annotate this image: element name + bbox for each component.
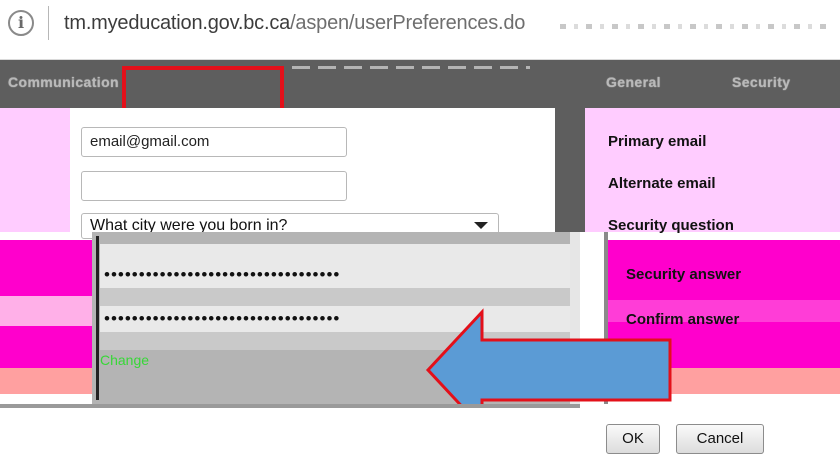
url-text[interactable]: tm.myeducation.gov.bc.ca/aspen/userPrefe… xyxy=(64,12,525,35)
panel-border xyxy=(96,236,99,400)
alternate-email-label: Alternate email xyxy=(608,175,716,192)
alternate-email-input[interactable] xyxy=(81,171,347,201)
left-margin-panel xyxy=(0,108,70,232)
security-answer-label: Security answer xyxy=(626,266,742,283)
left-magenta-block xyxy=(0,240,92,296)
security-answer-input[interactable]: •••••••••••••••••••••••••••••••••• xyxy=(100,262,570,288)
chevron-down-icon[interactable] xyxy=(474,222,488,229)
left-magenta-block xyxy=(0,326,92,368)
address-bar-artifact xyxy=(560,24,830,29)
ok-button[interactable]: OK xyxy=(606,424,660,454)
cancel-button[interactable]: Cancel xyxy=(676,424,764,454)
left-salmon-block xyxy=(0,368,92,394)
tab-communication[interactable]: Communication xyxy=(8,74,119,90)
security-question-label: Security question xyxy=(608,217,734,234)
url-host: tm.myeducation.gov.bc.ca xyxy=(64,12,291,34)
footer-border xyxy=(0,404,580,408)
url-path: /aspen/userPreferences.do xyxy=(290,12,526,34)
tab-general[interactable]: General xyxy=(606,74,661,90)
info-icon[interactable]: i xyxy=(8,10,34,36)
left-light-block xyxy=(0,296,92,326)
primary-email-label: Primary email xyxy=(608,133,707,150)
tab-security[interactable]: Security xyxy=(732,74,790,90)
primary-email-input[interactable]: email@gmail.com xyxy=(81,127,347,157)
labels-panel xyxy=(585,108,840,232)
field-strip xyxy=(100,244,570,262)
change-password-link[interactable]: Change xyxy=(100,352,149,368)
panel-divider xyxy=(555,108,585,232)
field-separator xyxy=(100,288,570,306)
address-bar-divider xyxy=(48,6,49,40)
